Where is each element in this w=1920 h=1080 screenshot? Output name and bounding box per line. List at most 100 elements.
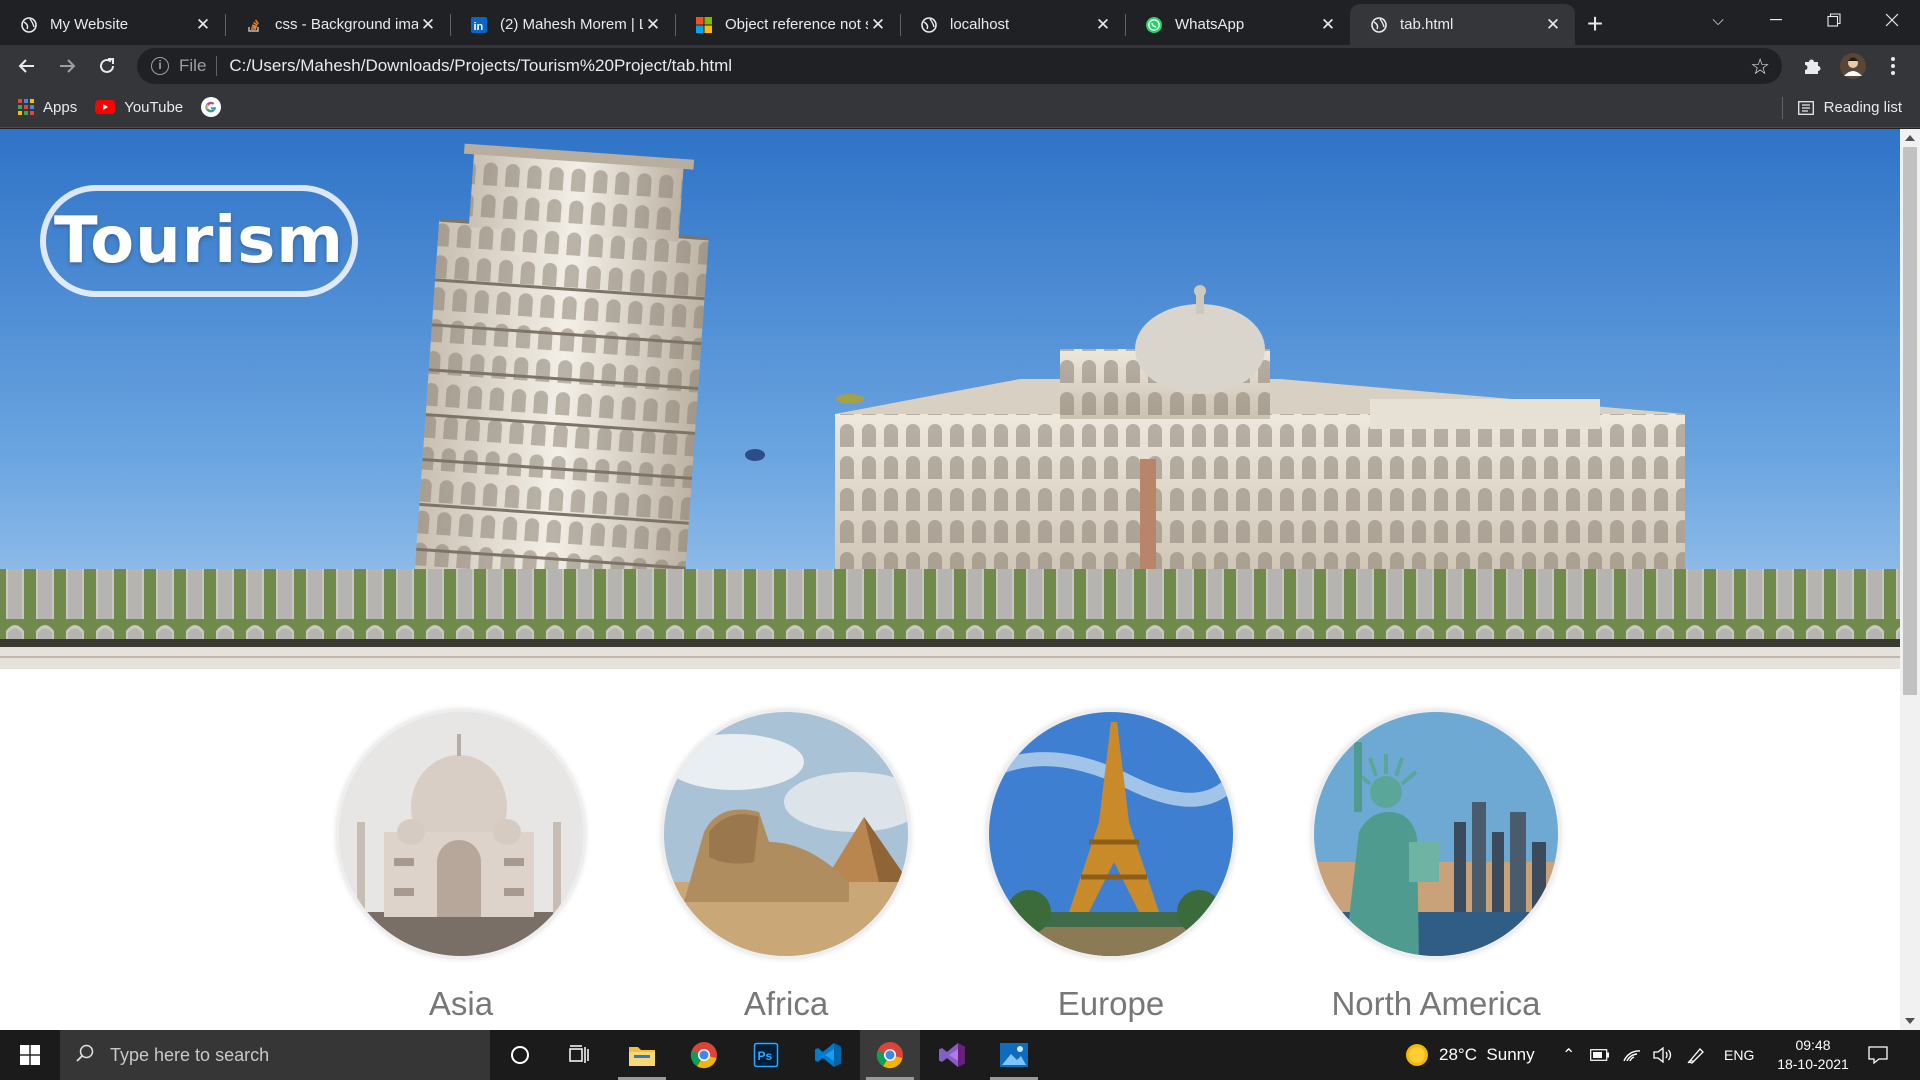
eiffel-tower-image (986, 709, 1236, 959)
bookmark-youtube[interactable]: YouTube (95, 99, 183, 116)
continent-label: Asia (428, 985, 494, 1022)
continent-card-africa[interactable]: Africa (661, 709, 911, 1023)
site-logo[interactable]: Tourism (40, 185, 358, 297)
tab-strip: My Website ✕ css - Background ima ✕ in (… (0, 0, 1920, 45)
statue-of-liberty-image (1311, 709, 1561, 959)
close-tab-icon[interactable]: ✕ (1543, 15, 1563, 35)
svg-text:Ps: Ps (758, 1049, 773, 1063)
tab-title: tab.html (1400, 16, 1454, 33)
vscode-icon[interactable] (798, 1030, 858, 1080)
continent-label: Europe (1057, 985, 1165, 1022)
profile-avatar[interactable] (1836, 49, 1870, 83)
forward-button[interactable] (47, 48, 87, 84)
stackoverflow-icon (245, 16, 263, 34)
address-bar[interactable]: i File C:/Users/Mahesh/Downloads/Project… (137, 48, 1782, 84)
continent-gallery: Asia Africa Europe North America (0, 709, 1900, 1030)
bookmark-star-icon[interactable]: ☆ (1750, 54, 1770, 80)
cortana-icon[interactable] (490, 1030, 550, 1080)
new-tab-button[interactable]: + (1575, 4, 1615, 45)
volume-icon[interactable] (1652, 1030, 1672, 1080)
reload-button[interactable] (87, 48, 127, 84)
apps-grid-icon (18, 99, 34, 115)
scroll-up-arrow-icon[interactable] (1905, 135, 1915, 141)
clock-time: 09:48 (1795, 1037, 1831, 1053)
forward-arrow-icon (60, 59, 76, 73)
scroll-down-arrow-icon[interactable] (1905, 1018, 1915, 1024)
tab-object-reference[interactable]: Object reference not s ✕ (675, 4, 900, 45)
chrome-active-icon[interactable] (860, 1030, 920, 1080)
notifications-icon[interactable] (1868, 1030, 1888, 1080)
tab-linkedin[interactable]: in (2) Mahesh Morem | L ✕ (450, 4, 675, 45)
weather-widget[interactable]: 28°C Sunny (1405, 1030, 1535, 1080)
close-tab-icon[interactable]: ✕ (643, 15, 663, 35)
close-tab-icon[interactable]: ✕ (193, 15, 213, 35)
reading-list-icon (1797, 100, 1814, 115)
photos-app-icon[interactable] (984, 1030, 1044, 1080)
system-clock[interactable]: 09:48 18-10-2021 (1768, 1036, 1858, 1074)
tab-search-chevron-icon[interactable]: ⌵ (1690, 0, 1746, 40)
site-logo-text: Tourism (54, 204, 344, 278)
svg-text:in: in (474, 21, 484, 33)
close-tab-icon[interactable]: ✕ (418, 15, 438, 35)
taskbar-search-box[interactable]: Type here to search (60, 1030, 490, 1080)
search-icon (76, 1044, 94, 1067)
tab-title: css - Background ima (275, 16, 418, 33)
globe-icon (20, 16, 38, 34)
page-scrollbar[interactable] (1900, 129, 1920, 1030)
scrollbar-thumb[interactable] (1903, 147, 1917, 695)
photoshop-icon[interactable]: Ps (736, 1030, 796, 1080)
minimize-button[interactable] (1748, 0, 1804, 40)
show-hidden-icons-icon[interactable]: ⌃ (1562, 1030, 1575, 1080)
tab-tab-html[interactable]: tab.html ✕ (1350, 4, 1575, 45)
language-indicator[interactable]: ENG (1724, 1030, 1754, 1080)
start-button[interactable] (0, 1030, 60, 1080)
windows-logo-icon (20, 1045, 40, 1065)
clock-date: 18-10-2021 (1777, 1056, 1849, 1072)
whatsapp-icon (1145, 16, 1163, 34)
bookmark-google[interactable] (201, 97, 230, 117)
tab-css-background[interactable]: css - Background ima ✕ (225, 4, 450, 45)
close-window-button[interactable] (1864, 0, 1920, 40)
tab-title: My Website (50, 16, 129, 33)
hero-banner: Tourism (0, 129, 1900, 669)
close-tab-icon[interactable]: ✕ (1093, 15, 1113, 35)
restore-button[interactable] (1806, 0, 1862, 40)
continent-card-europe[interactable]: Europe (986, 709, 1236, 1023)
weather-text: 28°C Sunny (1439, 1045, 1535, 1064)
close-tab-icon[interactable]: ✕ (868, 15, 888, 35)
search-placeholder: Type here to search (110, 1044, 270, 1065)
taj-mahal-image (336, 709, 586, 959)
google-icon (201, 97, 222, 117)
back-arrow-icon (18, 59, 34, 73)
wifi-icon[interactable] (1622, 1030, 1642, 1080)
windows-taskbar: Type here to search Ps 28°C Sunny ⌃ ENG … (0, 1030, 1920, 1080)
tab-my-website[interactable]: My Website ✕ (0, 4, 225, 45)
menu-kebab-icon[interactable] (1876, 49, 1910, 83)
tab-localhost[interactable]: localhost ✕ (900, 4, 1125, 45)
continent-label: Africa (743, 985, 829, 1022)
task-view-icon[interactable] (550, 1030, 610, 1080)
chrome-icon[interactable] (674, 1030, 734, 1080)
back-button[interactable] (7, 48, 47, 84)
tab-whatsapp[interactable]: WhatsApp ✕ (1125, 4, 1350, 45)
bookmarks-bar: Apps YouTube Reading list (0, 87, 1920, 128)
globe-icon (1370, 16, 1388, 34)
close-tab-icon[interactable]: ✕ (1318, 15, 1338, 35)
reload-icon (100, 58, 114, 73)
url-text[interactable]: C:/Users/Mahesh/Downloads/Projects/Touri… (229, 56, 732, 76)
extensions-icon[interactable] (1795, 49, 1829, 83)
tab-title: WhatsApp (1175, 16, 1245, 33)
scheme-divider (216, 56, 218, 76)
tab-title: localhost (950, 16, 1010, 33)
visual-studio-icon[interactable] (922, 1030, 982, 1080)
bookmark-apps[interactable]: Apps (18, 99, 77, 116)
continent-label: North America (1331, 985, 1541, 1022)
reading-list-button[interactable]: Reading list (1781, 87, 1902, 128)
continent-card-asia[interactable]: Asia (336, 709, 586, 1023)
site-info-icon[interactable]: i (151, 57, 169, 75)
pen-workspace-icon[interactable] (1686, 1030, 1706, 1080)
bookmark-label: YouTube (124, 98, 184, 116)
continent-card-north-america[interactable]: North America (1311, 709, 1561, 1023)
file-explorer-icon[interactable] (612, 1030, 672, 1080)
battery-icon[interactable] (1590, 1030, 1610, 1080)
